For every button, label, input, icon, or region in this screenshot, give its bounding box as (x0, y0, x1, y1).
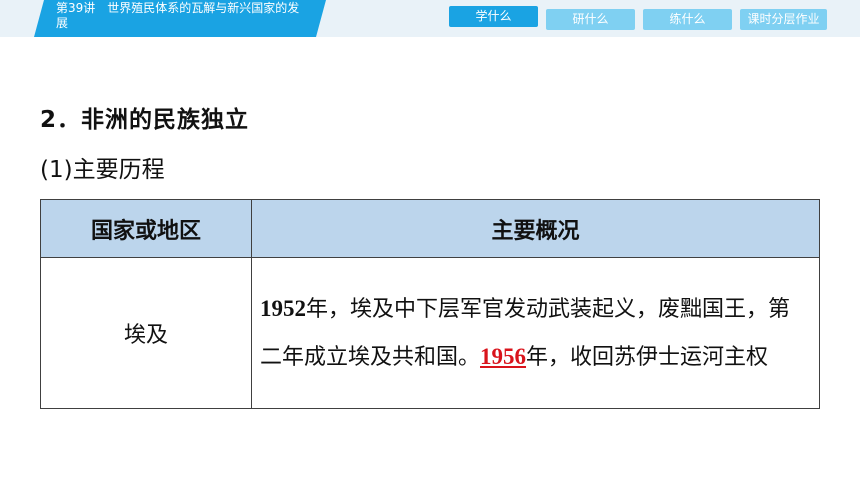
header-overview: 主要概况 (251, 199, 820, 258)
nav-learn-button[interactable]: 学什么 (449, 6, 538, 27)
nav-study-button[interactable]: 研什么 (546, 9, 635, 30)
table-row: 埃及 1952年，埃及中下层军官发动武装起义，废黜国王，第二年成立埃及共和国。1… (40, 257, 820, 409)
year-1952: 1952 (260, 296, 306, 321)
lesson-title: 第39讲 世界殖民体系的瓦解与新兴国家的发展 (56, 1, 300, 30)
country-cell: 埃及 (40, 257, 252, 409)
overview-cell: 1952年，埃及中下层军官发动武装起义，废黜国王，第二年成立埃及共和国。1956… (251, 257, 820, 409)
section-heading: 2．非洲的民族独立 (40, 107, 250, 133)
nav-homework-button[interactable]: 课时分层作业 (740, 9, 827, 30)
overview-text-2: 年，收回苏伊士运河主权 (526, 345, 769, 370)
history-table: 国家或地区 主要概况 埃及 1952年，埃及中下层军官发动武装起义，废黜国王，第… (40, 199, 820, 409)
header-country: 国家或地区 (40, 199, 252, 258)
nav-practice-button[interactable]: 练什么 (643, 9, 732, 30)
answer-year: 1956 (480, 344, 527, 369)
table-header-row: 国家或地区 主要概况 (40, 199, 820, 258)
sub-heading: (1)主要历程 (40, 157, 165, 183)
